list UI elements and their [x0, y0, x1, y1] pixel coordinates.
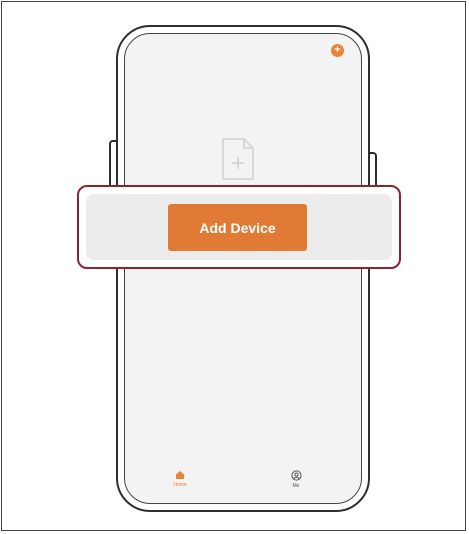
add-device-button[interactable]: Add Device — [168, 204, 307, 251]
tab-me-label: Me — [292, 483, 300, 489]
tab-home-label: Home — [173, 482, 187, 488]
tab-home[interactable]: Home — [155, 470, 205, 510]
tab-me[interactable]: Me — [271, 470, 321, 510]
plus-circle-icon[interactable]: + — [331, 44, 344, 57]
home-icon — [176, 471, 184, 479]
add-document-icon — [222, 138, 254, 180]
profile-icon — [290, 470, 302, 481]
